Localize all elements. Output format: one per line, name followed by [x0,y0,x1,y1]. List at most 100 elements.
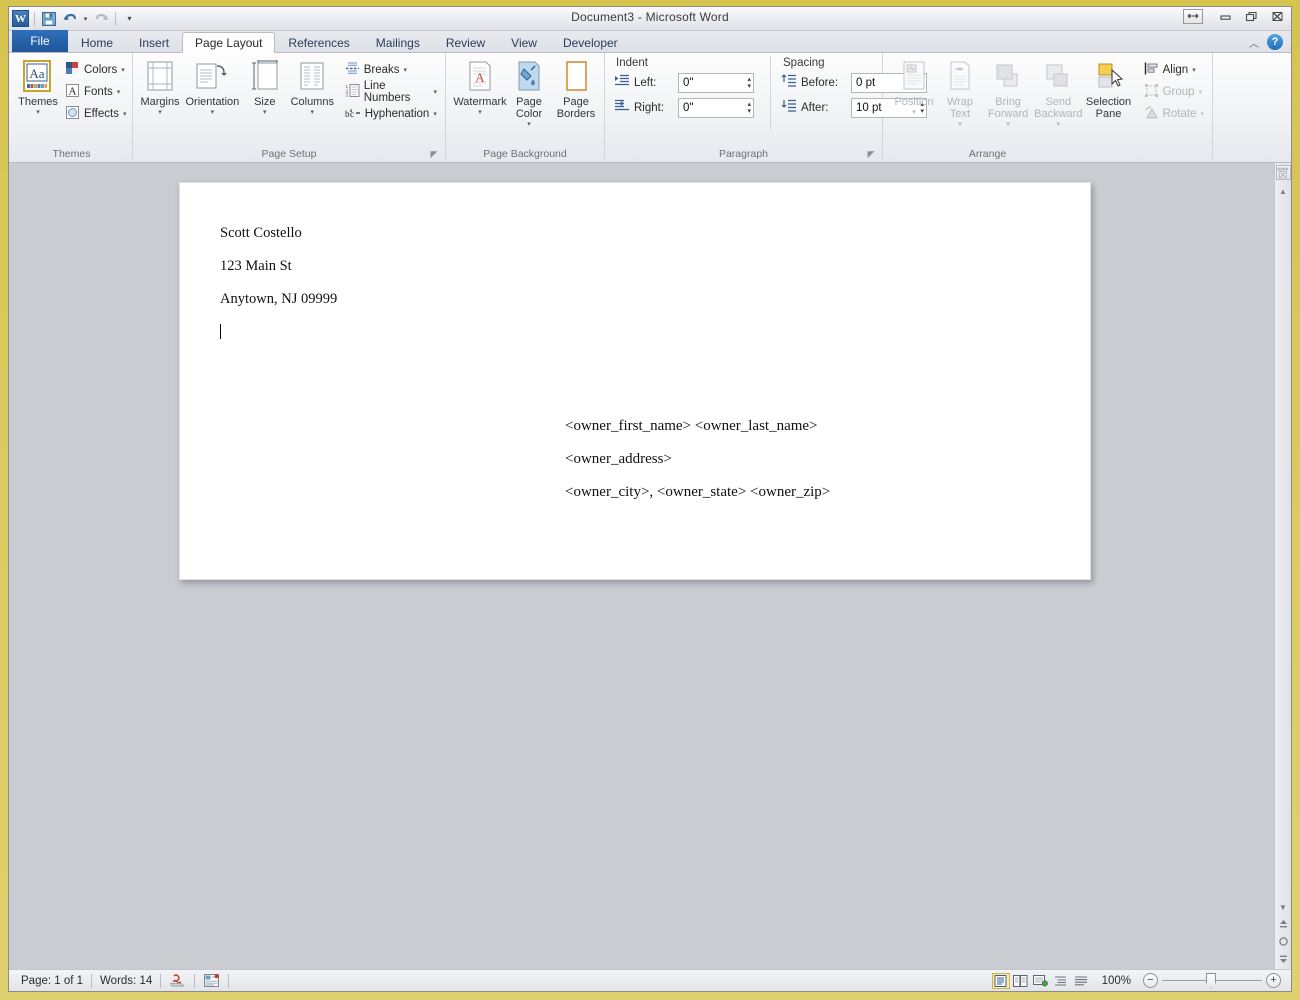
restore-button[interactable] [1242,8,1261,24]
help-icon[interactable]: ? [1267,34,1283,50]
theme-colors-button[interactable]: Colors ▾ [62,59,129,81]
watermark-dropdown-arrow[interactable]: ▾ [478,109,482,117]
tab-references[interactable]: References [275,32,362,53]
collapse-ribbon-icon[interactable]: ︿ [1249,35,1259,50]
orientation-button[interactable]: Orientation ▾ [184,56,241,119]
page-setup-dialog-launcher[interactable]: ◤ [429,150,439,160]
indent-left-stepper[interactable]: ▴▾ [747,75,751,91]
page-color-button[interactable]: Page Color ▾ [507,56,551,131]
paragraph-dialog-launcher[interactable]: ◤ [866,150,876,160]
tab-developer[interactable]: Developer [550,32,631,53]
sender-address-block[interactable]: Scott Costello 123 Main St Anytown, NJ 0… [220,208,337,358]
tab-page-layout[interactable]: Page Layout [182,32,275,53]
breaks-button[interactable]: Breaks ▾ [342,59,440,81]
rotate-icon [1144,105,1159,123]
page-borders-button[interactable]: Page Borders [553,56,599,122]
page-color-dropdown-arrow[interactable]: ▾ [527,121,531,129]
next-page-button[interactable] [1275,950,1292,967]
chevron-down-icon[interactable]: ▾ [1199,88,1203,96]
close-button[interactable] [1268,8,1287,24]
scroll-down-button[interactable]: ▼ [1275,899,1292,916]
hyphenation-button[interactable]: b c a Hyphenation ▾ [342,103,440,125]
themes-dropdown-arrow[interactable]: ▾ [36,109,40,117]
tab-file[interactable]: File [12,30,68,52]
outline-view-button[interactable] [1052,973,1070,989]
page-indicator[interactable]: Page: 1 of 1 [13,972,91,990]
chevron-down-icon[interactable]: ▾ [121,66,125,74]
indent-left-input[interactable]: 0" ▴▾ [678,73,754,93]
wrap-text-dropdown-arrow[interactable]: ▾ [958,121,962,129]
group-label-text: Page Setup [262,148,317,160]
record-macro-icon[interactable] [195,972,228,990]
theme-fonts-button[interactable]: A Fonts ▾ [62,81,129,103]
tab-home[interactable]: Home [68,32,126,53]
merge-line-3: <owner_city>, <owner_state> <owner_zip> [565,484,830,500]
group-label-page-setup: Page Setup ◤ [138,147,440,161]
indent-left-value: 0" [683,77,693,89]
indent-right-input[interactable]: 0" ▴▾ [678,98,754,118]
size-dropdown-arrow[interactable]: ▾ [263,109,267,117]
minimize-button[interactable] [1216,8,1235,24]
resize-handle-icon[interactable] [1183,9,1203,24]
select-browse-object-button[interactable] [1275,933,1292,950]
zoom-track[interactable] [1162,980,1262,981]
selection-pane-icon [1093,58,1125,96]
chevron-down-icon[interactable]: ▾ [123,110,127,118]
send-backward-label: Send Backward [1034,96,1082,120]
merge-field-block[interactable]: <owner_first_name> <owner_last_name> <ow… [565,401,830,517]
web-layout-view-button[interactable] [1032,973,1050,989]
tab-mailings[interactable]: Mailings [363,32,433,53]
zoom-thumb[interactable] [1206,973,1216,988]
bring-forward-dropdown-arrow[interactable]: ▾ [1006,121,1010,129]
line-numbers-button[interactable]: 1 2 3 Line Numbers ▾ [342,81,440,103]
zoom-out-button[interactable]: − [1143,973,1158,988]
align-button[interactable]: Align ▾ [1141,59,1207,81]
zoom-level-label[interactable]: 100% [1102,975,1131,987]
scroll-up-button[interactable]: ▲ [1275,183,1292,200]
draft-view-button[interactable] [1072,973,1090,989]
tab-insert[interactable]: Insert [126,32,182,53]
chevron-down-icon[interactable]: ▾ [433,110,437,118]
proofing-errors-icon[interactable] [161,972,194,990]
send-backward-button[interactable]: Send Backward ▾ [1034,56,1082,131]
theme-effects-button[interactable]: Effects ▾ [62,103,129,125]
watermark-button[interactable]: A Watermark ▾ [455,56,505,119]
position-button[interactable]: Position ▾ [892,56,936,119]
wrap-text-button[interactable]: Wrap Text ▾ [938,56,982,131]
previous-page-button[interactable] [1275,916,1292,933]
indent-right-stepper[interactable]: ▴▾ [747,100,751,116]
vertical-scrollbar[interactable]: ▲ ▼ [1274,163,1291,969]
view-ruler-icon[interactable] [1276,165,1291,180]
group-button[interactable]: Group ▾ [1141,81,1207,103]
themes-button[interactable]: Aa Themes ▾ [16,56,60,119]
position-dropdown-arrow[interactable]: ▾ [912,109,916,117]
tab-view[interactable]: View [498,32,550,53]
tab-review[interactable]: Review [433,32,498,53]
chevron-down-icon[interactable]: ▾ [404,66,408,74]
selection-pane-button[interactable]: Selection Pane [1084,56,1132,122]
size-button[interactable]: Size ▾ [243,56,287,119]
send-backward-dropdown-arrow[interactable]: ▾ [1057,121,1061,129]
themes-label: Themes [18,96,58,108]
document-canvas[interactable]: Scott Costello 123 Main St Anytown, NJ 0… [9,163,1291,969]
orientation-dropdown-arrow[interactable]: ▾ [211,109,215,117]
chevron-down-icon[interactable]: ▾ [433,88,437,96]
rotate-button[interactable]: Rotate ▾ [1141,103,1207,125]
merge-line-1: <owner_first_name> <owner_last_name> [565,418,818,434]
document-page[interactable]: Scott Costello 123 Main St Anytown, NJ 0… [179,182,1091,580]
chevron-down-icon[interactable]: ▾ [1201,110,1205,118]
columns-dropdown-arrow[interactable]: ▾ [311,109,315,117]
full-screen-reading-view-button[interactable] [1012,973,1030,989]
theme-fonts-icon: A [65,83,80,101]
bring-forward-button[interactable]: Bring Forward ▾ [984,56,1032,131]
chevron-down-icon[interactable]: ▾ [1192,66,1196,74]
chevron-down-icon[interactable]: ▾ [117,88,121,96]
margins-dropdown-arrow[interactable]: ▾ [158,109,162,117]
zoom-in-button[interactable]: + [1266,973,1281,988]
margins-button[interactable]: Margins ▾ [138,56,182,119]
zoom-slider[interactable]: − + [1143,973,1281,988]
desktop-backdrop: W ▾ [0,0,1300,1000]
columns-button[interactable]: Columns ▾ [289,56,336,119]
word-count[interactable]: Words: 14 [92,972,160,990]
print-layout-view-button[interactable] [992,973,1010,989]
